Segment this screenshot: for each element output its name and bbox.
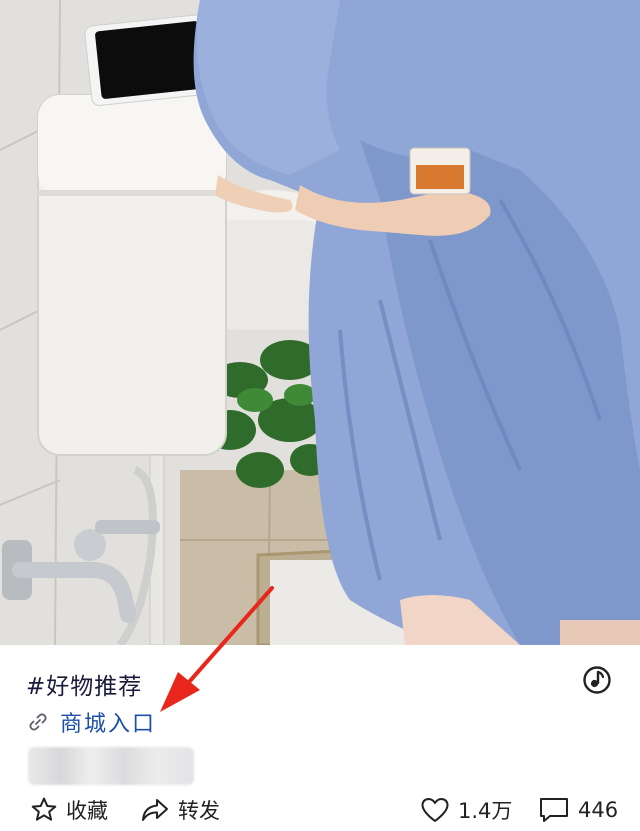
hashtag-link[interactable]: #好物推荐	[26, 667, 142, 701]
share-arrow-icon	[142, 799, 168, 821]
post-photo[interactable]	[0, 0, 640, 645]
music-button[interactable]	[582, 665, 612, 695]
action-bar: 收藏 转发 1.4万 446	[0, 791, 640, 831]
favorite-button[interactable]: 收藏	[30, 795, 108, 825]
blurred-text-placeholder	[28, 747, 194, 785]
link-icon	[29, 713, 47, 731]
post-info-panel: #好物推荐 商城入口 收藏 转发 1.4万 446	[0, 645, 640, 831]
like-button[interactable]: 1.4万	[420, 795, 512, 825]
shop-entry-label: 商城入口	[60, 712, 157, 737]
share-label: 转发	[178, 799, 220, 823]
like-count: 1.4万	[458, 799, 513, 823]
favorite-label: 收藏	[66, 799, 108, 823]
star-icon	[31, 797, 57, 821]
heart-icon	[421, 798, 449, 822]
shop-entry-link[interactable]: 商城入口	[28, 707, 156, 737]
comment-count: 446	[578, 798, 619, 822]
share-button[interactable]: 转发	[140, 795, 220, 825]
comment-button[interactable]: 446	[538, 795, 618, 825]
comment-bubble-icon	[540, 798, 568, 822]
bathroom-scene-image	[0, 0, 640, 645]
music-note-icon	[583, 666, 611, 694]
